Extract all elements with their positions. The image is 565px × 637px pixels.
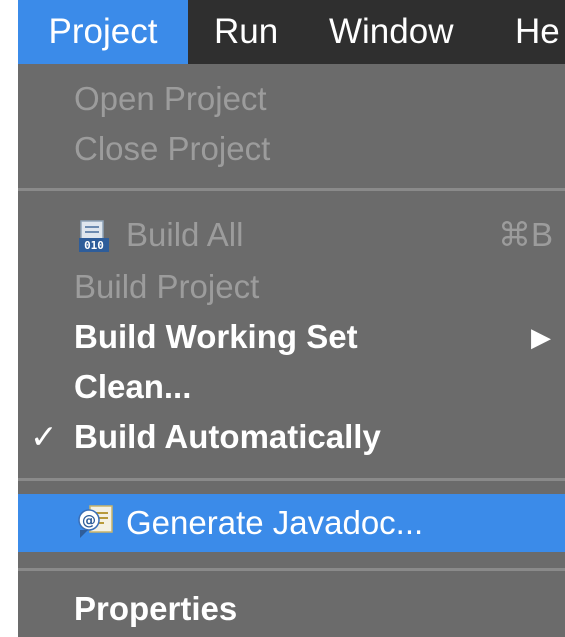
svg-text:@: @	[82, 513, 96, 529]
menu-item-build-automatically[interactable]: ✓ Build Automatically	[18, 412, 565, 462]
menu-project[interactable]: Project	[18, 0, 188, 64]
menu-help[interactable]: He	[515, 0, 560, 64]
menu-bar: Project Run Window He	[18, 0, 565, 64]
screenshot: Project Run Window He Open Project Close…	[0, 0, 565, 637]
menu-separator	[18, 188, 565, 191]
menu-item-open-project[interactable]: Open Project	[18, 74, 565, 124]
submenu-arrow-icon: ▶	[531, 322, 551, 352]
menu-item-clean[interactable]: Clean...	[18, 362, 565, 412]
menu-item-build-working-set[interactable]: Build Working Set ▶	[18, 312, 565, 362]
menu-item-label: Clean...	[74, 368, 192, 405]
javadoc-icon: @	[78, 505, 113, 538]
binary-file-icon: 010	[79, 220, 109, 252]
menu-item-label: Open Project	[74, 80, 267, 117]
menu-item-close-project[interactable]: Close Project	[18, 124, 565, 174]
menu-item-label: Properties	[74, 590, 238, 627]
menu-item-generate-javadoc[interactable]: @ Generate Javadoc...	[18, 494, 565, 552]
menu-item-build-all[interactable]: 010 Build All ⌘B	[18, 210, 565, 260]
menu-item-label: Build Working Set	[74, 318, 358, 355]
menu-item-properties[interactable]: Properties	[18, 584, 565, 634]
checkmark-icon: ✓	[30, 418, 58, 455]
menu-window[interactable]: Window	[329, 0, 453, 64]
menu-item-label: Close Project	[74, 130, 271, 167]
menu-item-build-project[interactable]: Build Project	[18, 262, 565, 312]
menu-item-label: Build All	[126, 216, 244, 253]
svg-text:010: 010	[84, 239, 104, 252]
project-dropdown-menu: Open Project Close Project 010 Build All…	[18, 64, 565, 637]
shortcut-label: ⌘B	[497, 216, 553, 253]
menu-item-label: Build Project	[74, 268, 260, 305]
menu-run[interactable]: Run	[214, 0, 278, 64]
menu-item-label: Build Automatically	[74, 418, 381, 455]
menu-separator	[18, 568, 565, 571]
menu-item-label: Generate Javadoc...	[126, 504, 424, 541]
menu-separator	[18, 478, 565, 481]
